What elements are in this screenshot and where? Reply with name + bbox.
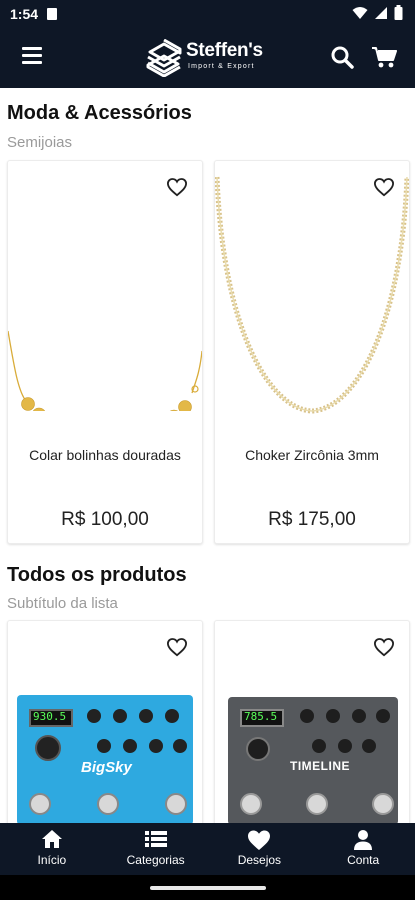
pedal-brand: BigSky bbox=[81, 759, 132, 776]
section-title-fashion: Moda & Acessórios bbox=[7, 102, 192, 124]
person-icon bbox=[354, 830, 373, 850]
product-name: Choker Zircônia 3mm bbox=[245, 447, 379, 463]
nav-label: Conta bbox=[347, 853, 380, 867]
product-card[interactable]: 930.5 BigSky bbox=[7, 620, 203, 823]
bottom-navigation: Início Categorias Desejos Conta bbox=[0, 823, 415, 875]
logo-mark-icon bbox=[146, 39, 182, 77]
nav-item-account[interactable]: Conta bbox=[311, 823, 415, 875]
main-content[interactable]: Moda & Acessórios Semijoias Colar bolinh… bbox=[0, 88, 415, 823]
wifi-icon bbox=[352, 6, 368, 19]
search-button[interactable] bbox=[330, 45, 354, 69]
pedal-display: 785.5 bbox=[244, 710, 278, 723]
product-card[interactable]: Colar bolinhas douradas R$ 100,00 bbox=[7, 160, 203, 544]
sd-card-icon bbox=[47, 8, 57, 20]
nav-label: Desejos bbox=[237, 853, 282, 867]
gesture-bar bbox=[0, 875, 415, 900]
product-card[interactable]: Choker Zircônia 3mm R$ 175,00 bbox=[214, 160, 410, 544]
product-image-choker bbox=[215, 176, 409, 414]
battery-icon bbox=[394, 5, 403, 20]
signal-icon bbox=[375, 6, 387, 19]
favorite-heart-icon[interactable] bbox=[373, 637, 395, 657]
status-icons bbox=[352, 5, 403, 20]
favorite-heart-icon[interactable] bbox=[166, 177, 188, 197]
nav-label: Categorias bbox=[126, 853, 185, 867]
section-subtitle-all-products: Subtítulo da lista bbox=[7, 595, 118, 612]
home-icon bbox=[41, 830, 62, 848]
brand-name: Steffen's bbox=[186, 40, 263, 61]
heart-icon bbox=[248, 830, 271, 850]
nav-item-categories[interactable]: Categorias bbox=[104, 823, 208, 875]
app-bar: Steffen's Import & Export bbox=[0, 28, 415, 88]
section-subtitle-fashion: Semijoias bbox=[7, 134, 73, 151]
favorite-heart-icon[interactable] bbox=[166, 637, 188, 657]
product-image-pedal: 930.5 BigSky bbox=[17, 695, 193, 823]
list-icon bbox=[144, 831, 167, 847]
menu-icon[interactable] bbox=[22, 47, 42, 65]
section-title-all-products: Todos os produtos bbox=[7, 564, 187, 586]
status-time: 1:54 bbox=[10, 6, 39, 22]
product-price: R$ 175,00 bbox=[268, 509, 356, 530]
brand-logo[interactable]: Steffen's Import & Export bbox=[146, 38, 270, 78]
product-card[interactable]: 785.5 TIMELINE bbox=[214, 620, 410, 823]
nav-item-home[interactable]: Início bbox=[0, 823, 104, 875]
product-name: Colar bolinhas douradas bbox=[29, 447, 181, 463]
pedal-brand: TIMELINE bbox=[290, 759, 350, 773]
cart-icon bbox=[372, 47, 397, 68]
cart-button[interactable] bbox=[371, 45, 397, 69]
product-image-necklace bbox=[8, 330, 202, 411]
status-bar: 1:54 bbox=[0, 0, 415, 28]
brand-tagline: Import & Export bbox=[188, 63, 255, 70]
product-price: R$ 100,00 bbox=[61, 509, 149, 530]
pedal-display: 930.5 bbox=[33, 710, 67, 723]
nav-item-wishlist[interactable]: Desejos bbox=[208, 823, 312, 875]
nav-label: Início bbox=[37, 853, 67, 867]
product-image-pedal: 785.5 TIMELINE bbox=[228, 697, 398, 823]
search-icon bbox=[331, 46, 354, 69]
home-gesture-handle[interactable] bbox=[150, 886, 266, 890]
